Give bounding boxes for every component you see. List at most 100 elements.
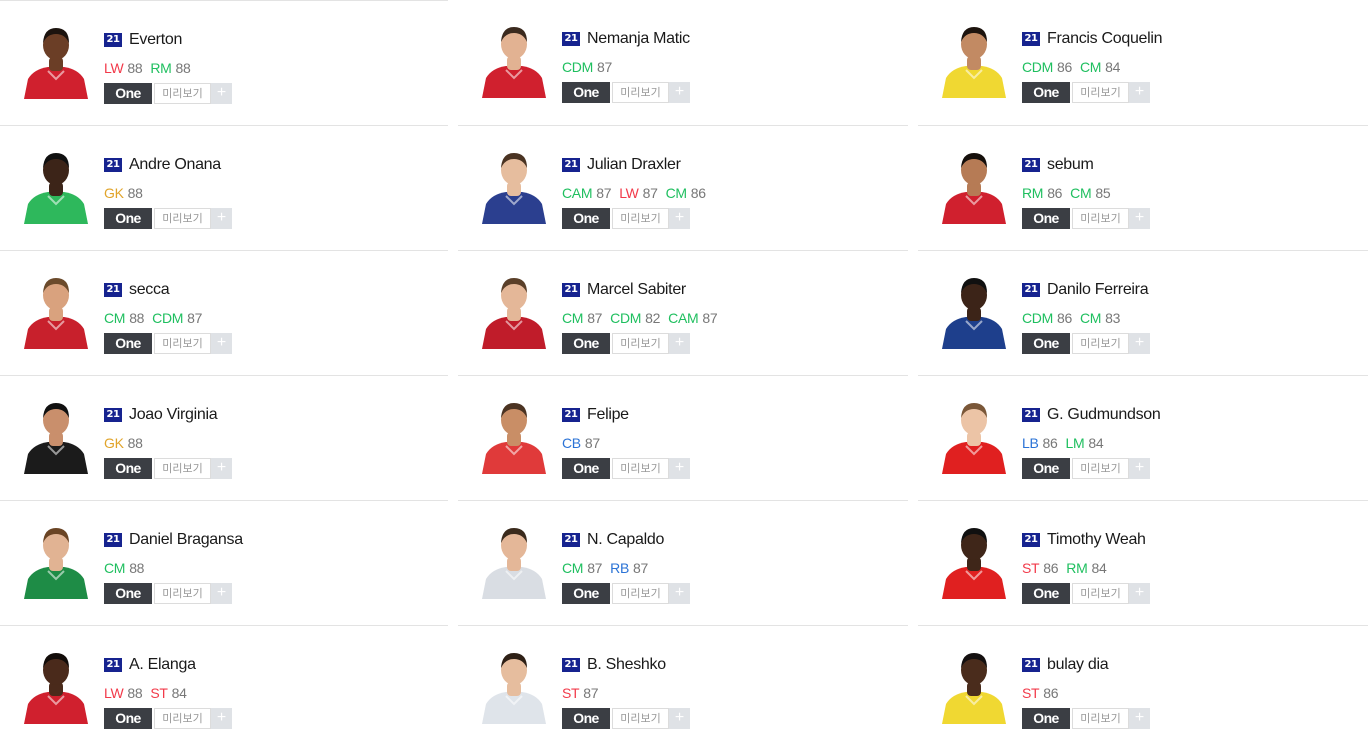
one-button[interactable]: One — [1022, 82, 1070, 103]
player-name[interactable]: Danilo Ferreira — [1047, 281, 1149, 299]
one-button[interactable]: One — [562, 333, 610, 354]
one-button[interactable]: One — [104, 583, 152, 604]
player-photo[interactable] — [936, 271, 1012, 349]
player-card[interactable]: 21 A. Elanga LW 88 ST 84 One 미리보기 + — [0, 625, 448, 750]
player-name[interactable]: bulay dia — [1047, 656, 1109, 674]
one-button[interactable]: One — [104, 83, 152, 104]
one-button[interactable]: One — [562, 208, 610, 229]
player-card[interactable]: 21 Daniel Bragansa CM 88 One 미리보기 + — [0, 500, 448, 625]
preview-button[interactable]: 미리보기 — [154, 708, 211, 729]
plus-button[interactable]: + — [669, 583, 690, 604]
player-card[interactable]: 21 Francis Coquelin CDM 86 CM 84 One 미리보기 + — [918, 0, 1368, 125]
one-button[interactable]: One — [562, 583, 610, 604]
one-button[interactable]: One — [104, 458, 152, 479]
plus-button[interactable]: + — [1129, 708, 1150, 729]
player-photo[interactable] — [476, 521, 552, 599]
player-card[interactable]: 21 sebum RM 86 CM 85 One 미리보기 + — [918, 125, 1368, 250]
plus-button[interactable]: + — [1129, 458, 1150, 479]
preview-button[interactable]: 미리보기 — [154, 333, 211, 354]
plus-button[interactable]: + — [669, 208, 690, 229]
one-button[interactable]: One — [104, 333, 152, 354]
player-photo[interactable] — [936, 20, 1012, 98]
player-card[interactable]: 21 N. Capaldo CM 87 RB 87 One 미리보기 + — [458, 500, 908, 625]
player-name[interactable]: Francis Coquelin — [1047, 30, 1163, 48]
plus-button[interactable]: + — [1129, 333, 1150, 354]
preview-button[interactable]: 미리보기 — [154, 83, 211, 104]
player-name[interactable]: Joao Virginia — [129, 406, 218, 424]
one-button[interactable]: One — [1022, 333, 1070, 354]
player-photo[interactable] — [476, 646, 552, 724]
player-photo[interactable] — [476, 396, 552, 474]
preview-button[interactable]: 미리보기 — [1072, 333, 1129, 354]
player-photo[interactable] — [936, 396, 1012, 474]
plus-button[interactable]: + — [669, 708, 690, 729]
preview-button[interactable]: 미리보기 — [612, 708, 669, 729]
one-button[interactable]: One — [104, 208, 152, 229]
player-card[interactable]: 21 Felipe CB 87 One 미리보기 + — [458, 375, 908, 500]
player-photo[interactable] — [18, 21, 94, 99]
player-name[interactable]: secca — [129, 281, 170, 299]
one-button[interactable]: One — [1022, 208, 1070, 229]
preview-button[interactable]: 미리보기 — [612, 583, 669, 604]
plus-button[interactable]: + — [1129, 208, 1150, 229]
player-photo[interactable] — [18, 146, 94, 224]
one-button[interactable]: One — [562, 82, 610, 103]
preview-button[interactable]: 미리보기 — [1072, 708, 1129, 729]
player-name[interactable]: Everton — [129, 31, 182, 49]
player-name[interactable]: Timothy Weah — [1047, 531, 1146, 549]
player-photo[interactable] — [18, 271, 94, 349]
plus-button[interactable]: + — [211, 333, 232, 354]
preview-button[interactable]: 미리보기 — [612, 82, 669, 103]
player-photo[interactable] — [936, 521, 1012, 599]
player-name[interactable]: Felipe — [587, 406, 629, 424]
player-card[interactable]: 21 Andre Onana GK 88 One 미리보기 + — [0, 125, 448, 250]
player-name[interactable]: Marcel Sabiter — [587, 281, 686, 299]
player-name[interactable]: Nemanja Matic — [587, 30, 690, 48]
one-button[interactable]: One — [562, 458, 610, 479]
player-name[interactable]: A. Elanga — [129, 656, 196, 674]
player-card[interactable]: 21 Joao Virginia GK 88 One 미리보기 + — [0, 375, 448, 500]
player-name[interactable]: Andre Onana — [129, 156, 221, 174]
player-card[interactable]: 21 Nemanja Matic CDM 87 One 미리보기 + — [458, 0, 908, 125]
preview-button[interactable]: 미리보기 — [612, 458, 669, 479]
player-card[interactable]: 21 Everton LW 88 RM 88 One 미리보기 + — [0, 0, 448, 125]
plus-button[interactable]: + — [211, 583, 232, 604]
player-photo[interactable] — [18, 646, 94, 724]
player-photo[interactable] — [936, 646, 1012, 724]
preview-button[interactable]: 미리보기 — [612, 208, 669, 229]
plus-button[interactable]: + — [669, 458, 690, 479]
player-card[interactable]: 21 Julian Draxler CAM 87 LW 87 CM 86 One 미리보기… — [458, 125, 908, 250]
plus-button[interactable]: + — [211, 708, 232, 729]
preview-button[interactable]: 미리보기 — [154, 583, 211, 604]
plus-button[interactable]: + — [211, 458, 232, 479]
player-card[interactable]: 21 Marcel Sabiter CM 87 CDM 82 CAM 87 One 미리보… — [458, 250, 908, 375]
player-photo[interactable] — [18, 521, 94, 599]
player-card[interactable]: 21 Danilo Ferreira CDM 86 CM 83 One 미리보기 + — [918, 250, 1368, 375]
plus-button[interactable]: + — [669, 82, 690, 103]
preview-button[interactable]: 미리보기 — [1072, 583, 1129, 604]
one-button[interactable]: One — [104, 708, 152, 729]
player-card[interactable]: 21 bulay dia ST 86 One 미리보기 + — [918, 625, 1368, 750]
player-name[interactable]: N. Capaldo — [587, 531, 664, 549]
plus-button[interactable]: + — [669, 333, 690, 354]
plus-button[interactable]: + — [211, 208, 232, 229]
player-photo[interactable] — [476, 271, 552, 349]
player-name[interactable]: Julian Draxler — [587, 156, 681, 174]
player-name[interactable]: G. Gudmundson — [1047, 406, 1161, 424]
one-button[interactable]: One — [1022, 708, 1070, 729]
preview-button[interactable]: 미리보기 — [1072, 208, 1129, 229]
player-name[interactable]: B. Sheshko — [587, 656, 666, 674]
player-card[interactable]: 21 Timothy Weah ST 86 RM 84 One 미리보기 + — [918, 500, 1368, 625]
player-card[interactable]: 21 G. Gudmundson LB 86 LM 84 One 미리보기 + — [918, 375, 1368, 500]
plus-button[interactable]: + — [1129, 82, 1150, 103]
player-name[interactable]: sebum — [1047, 156, 1094, 174]
plus-button[interactable]: + — [211, 83, 232, 104]
player-photo[interactable] — [18, 396, 94, 474]
preview-button[interactable]: 미리보기 — [1072, 458, 1129, 479]
preview-button[interactable]: 미리보기 — [1072, 82, 1129, 103]
preview-button[interactable]: 미리보기 — [154, 458, 211, 479]
player-photo[interactable] — [476, 20, 552, 98]
player-card[interactable]: 21 secca CM 88 CDM 87 One 미리보기 + — [0, 250, 448, 375]
one-button[interactable]: One — [1022, 583, 1070, 604]
one-button[interactable]: One — [562, 708, 610, 729]
